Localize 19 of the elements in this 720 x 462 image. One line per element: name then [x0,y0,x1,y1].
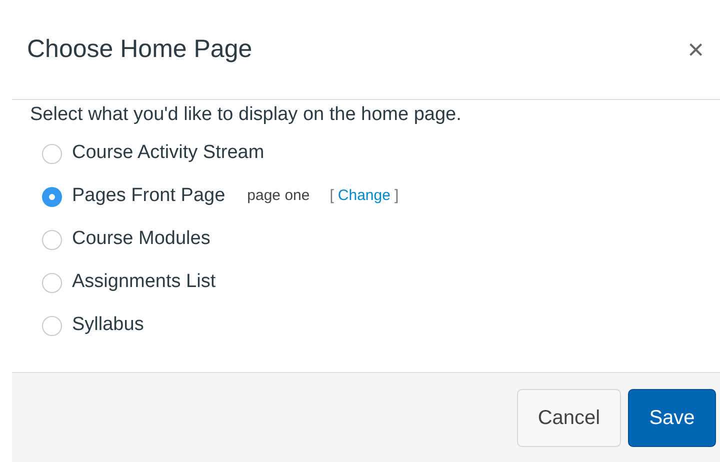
bracket-mark: ] [394,186,399,206]
dialog-title: Choose Home Page [27,34,252,65]
option-label[interactable]: Assignments List [72,268,216,297]
option-label[interactable]: Syllabus [72,311,144,340]
bracket-mark: [ [330,186,334,206]
radio-button[interactable] [42,230,62,250]
save-button[interactable]: Save [628,388,716,446]
prompt-text: Select what you'd like to display on the home page. [30,103,462,127]
option-label[interactable]: Pages Front Page [72,182,226,211]
option-label[interactable]: Course Modules [72,225,210,254]
radio-button[interactable] [42,144,62,164]
radio-button[interactable] [42,316,62,336]
cancel-button[interactable]: Cancel [517,388,621,446]
page-name: page one [247,186,310,206]
option-label[interactable]: Course Activity Stream [72,139,264,168]
change-link[interactable]: Change [338,185,390,208]
radio-button[interactable] [42,272,62,292]
close-button[interactable]: × [684,36,708,64]
radio-button[interactable] [42,186,62,206]
